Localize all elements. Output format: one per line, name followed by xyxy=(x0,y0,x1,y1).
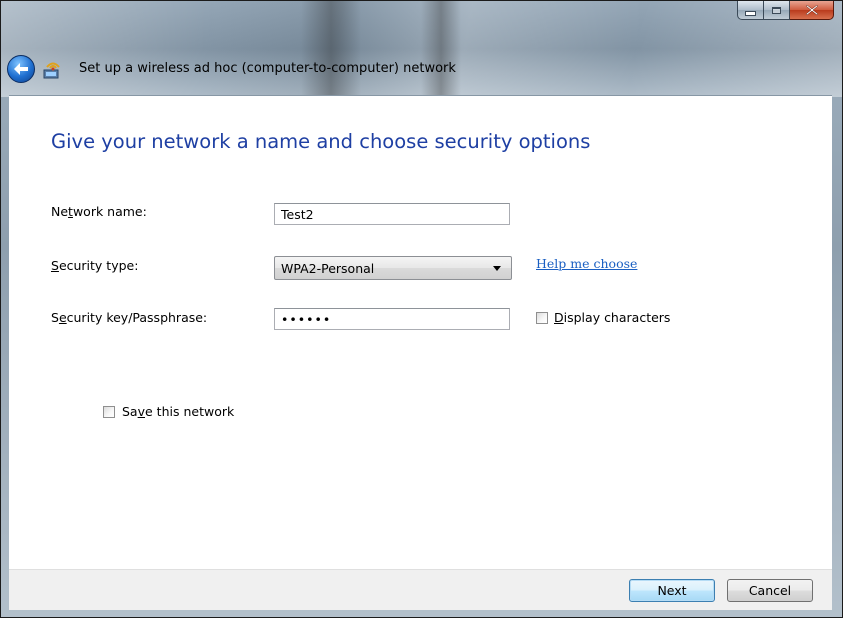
wizard-content: Give your network a name and choose secu… xyxy=(9,95,832,570)
back-arrow-icon xyxy=(14,63,28,75)
network-icon xyxy=(43,62,60,79)
glass-title-bar: Set up a wireless ad hoc (computer-to-co… xyxy=(1,1,842,97)
network-name-label: Network name: xyxy=(51,204,147,219)
maximize-icon xyxy=(772,6,781,14)
cancel-button[interactable]: Cancel xyxy=(727,579,813,602)
wizard-window: Set up a wireless ad hoc (computer-to-co… xyxy=(0,0,843,618)
maximize-button[interactable] xyxy=(764,1,790,20)
wizard-footer: Next Cancel xyxy=(9,569,832,610)
window-title: Set up a wireless ad hoc (computer-to-co… xyxy=(79,61,456,76)
next-button[interactable]: Next xyxy=(629,579,715,602)
network-name-input[interactable]: Test2 xyxy=(274,203,510,225)
caption-buttons xyxy=(737,1,834,21)
back-button[interactable] xyxy=(7,55,35,83)
page-heading: Give your network a name and choose secu… xyxy=(51,130,591,153)
security-type-value: WPA2-Personal xyxy=(281,261,375,276)
close-icon xyxy=(805,5,818,15)
security-type-select[interactable]: WPA2-Personal xyxy=(274,256,512,280)
save-network-checkbox[interactable] xyxy=(103,406,115,418)
save-network-label: Save this network xyxy=(122,404,235,419)
minimize-button[interactable] xyxy=(737,1,764,20)
security-key-label: Security key/Passphrase: xyxy=(51,310,208,325)
minimize-icon xyxy=(745,10,756,16)
help-me-choose-link[interactable]: Help me choose xyxy=(536,256,637,271)
security-type-label: Security type: xyxy=(51,258,139,273)
close-button[interactable] xyxy=(790,1,834,20)
security-key-input[interactable]: •••••• xyxy=(274,308,510,330)
chevron-down-icon xyxy=(493,266,501,271)
display-characters-checkbox[interactable] xyxy=(536,312,548,324)
display-characters-label: Display characters xyxy=(554,310,671,325)
